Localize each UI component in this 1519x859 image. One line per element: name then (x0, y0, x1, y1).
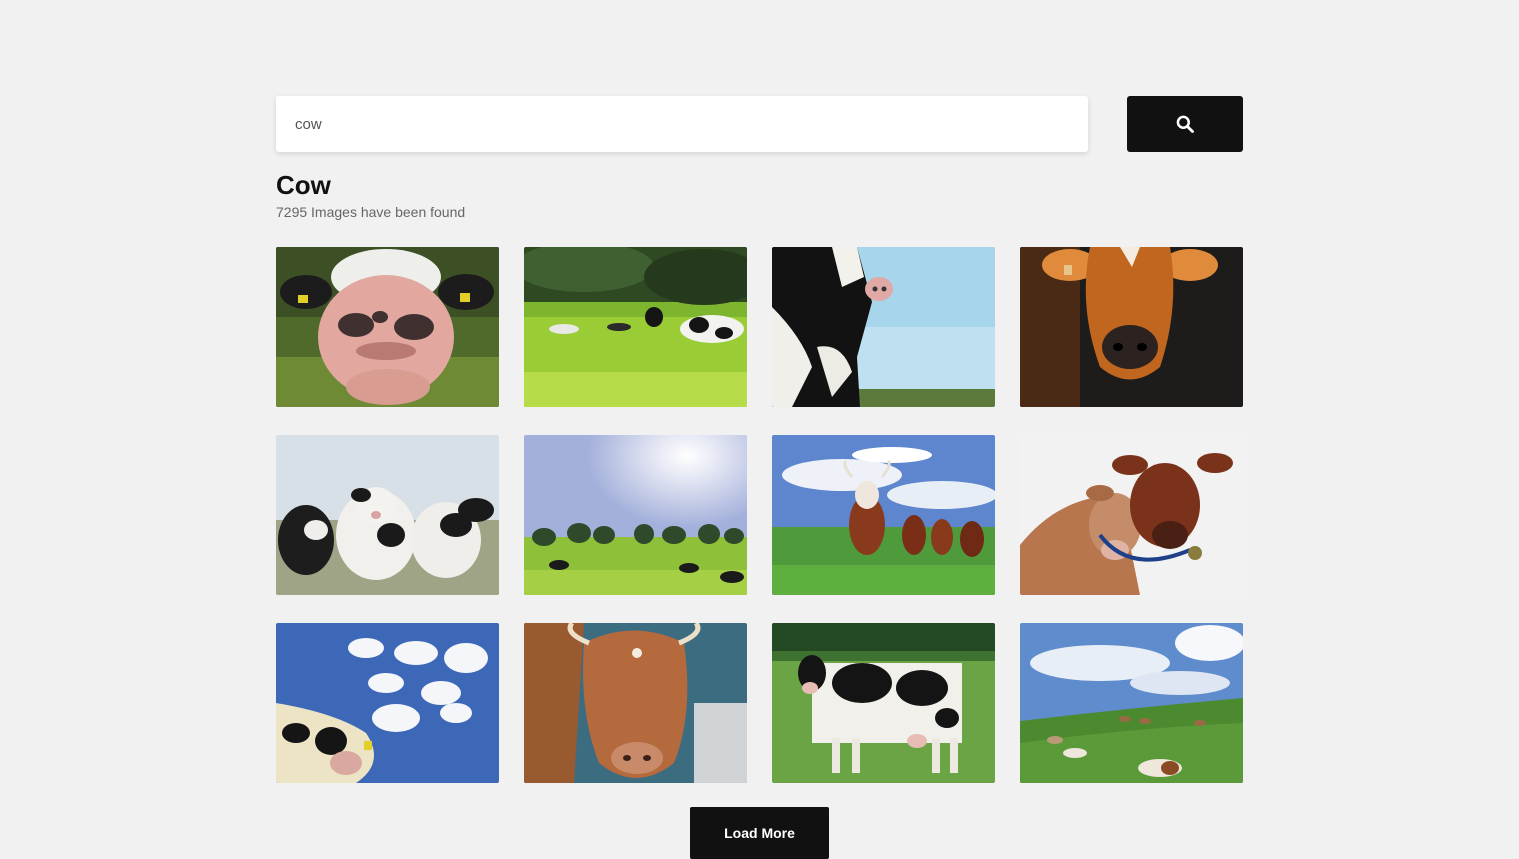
image-grid (276, 247, 1243, 783)
image-thumbnail[interactable] (772, 623, 995, 783)
cow-image (276, 435, 499, 595)
load-more-button[interactable]: Load More (690, 807, 829, 859)
cow-image (524, 623, 747, 783)
cow-image (1020, 435, 1243, 595)
page-title: Cow (276, 170, 331, 200)
results-count: 7295 Images have been found (276, 204, 466, 220)
cow-image (276, 623, 499, 783)
search-input[interactable] (276, 96, 1088, 152)
cow-image (1020, 623, 1243, 783)
image-thumbnail[interactable] (772, 435, 995, 595)
image-thumbnail[interactable] (524, 435, 747, 595)
cow-image (772, 435, 995, 595)
search-button[interactable] (1127, 96, 1243, 152)
image-thumbnail[interactable] (1020, 435, 1243, 595)
image-thumbnail[interactable] (524, 623, 747, 783)
search-icon (1176, 115, 1194, 133)
cow-image (276, 247, 499, 407)
cow-image (772, 247, 995, 407)
cow-image (772, 623, 995, 783)
image-thumbnail[interactable] (772, 247, 995, 407)
cow-image (524, 247, 747, 407)
cow-image (1020, 247, 1243, 407)
image-thumbnail[interactable] (276, 623, 499, 783)
image-thumbnail[interactable] (1020, 247, 1243, 407)
image-thumbnail[interactable] (1020, 623, 1243, 783)
image-thumbnail[interactable] (276, 247, 499, 407)
image-thumbnail[interactable] (524, 247, 747, 407)
page: Cow 7295 Images have been found (0, 0, 1519, 859)
image-thumbnail[interactable] (276, 435, 499, 595)
cow-image (524, 435, 747, 595)
